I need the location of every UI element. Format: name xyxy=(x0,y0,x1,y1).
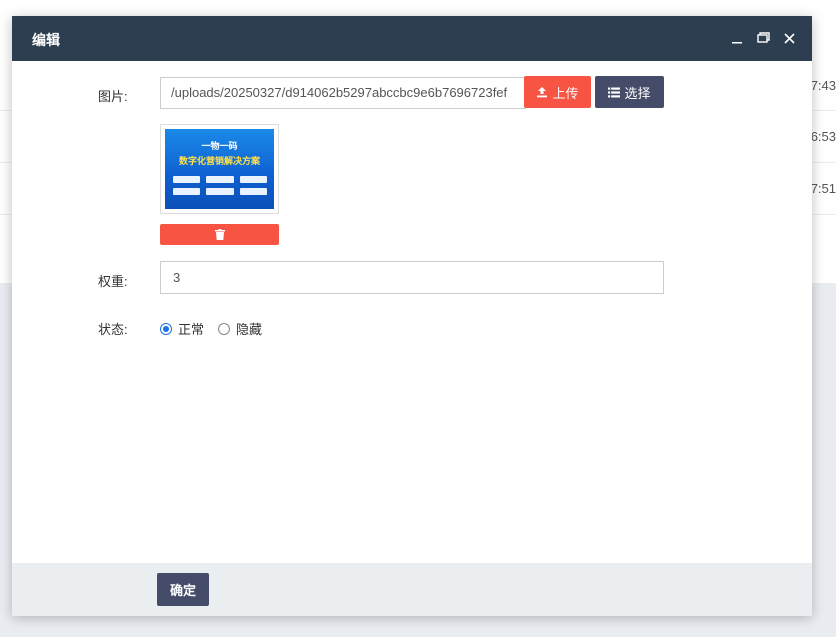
preview-feature xyxy=(173,176,201,183)
radio-label: 隐藏 xyxy=(236,322,263,337)
image-path-input[interactable]: /uploads/20250327/d914062b5297abccbc9e6b… xyxy=(160,77,526,109)
choose-label: 选择 xyxy=(624,85,651,101)
image-preview[interactable]: 一物一码 数字化营销解决方案 xyxy=(160,124,279,214)
upload-button[interactable]: 上传 xyxy=(524,76,591,108)
row-time: 6:53 xyxy=(810,129,836,144)
weight-label: 权重: xyxy=(98,274,128,289)
preview-feature xyxy=(173,188,201,195)
weight-input[interactable]: 3 xyxy=(160,261,664,294)
modal-title: 编辑 xyxy=(32,32,60,48)
preview-feature-grid xyxy=(173,176,267,195)
preview-feature xyxy=(239,176,267,183)
modal-body: 图片: /uploads/20250327/d914062b5297abccbc… xyxy=(12,61,812,562)
trash-icon xyxy=(214,229,225,240)
choose-button[interactable]: 选择 xyxy=(595,76,664,108)
row-time: 7:43 xyxy=(810,78,836,93)
window-controls xyxy=(730,30,796,46)
upload-icon xyxy=(537,87,548,98)
maximize-icon[interactable] xyxy=(756,30,770,46)
status-radio-group: 正常 隐藏 xyxy=(160,319,276,338)
close-icon[interactable] xyxy=(782,30,796,46)
delete-image-button[interactable] xyxy=(160,224,279,245)
preview-feature xyxy=(206,176,234,183)
radio-label: 正常 xyxy=(178,322,205,337)
image-label: 图片: xyxy=(98,89,128,104)
radio-button[interactable] xyxy=(218,322,231,335)
status-option-normal[interactable]: 正常 xyxy=(160,319,204,338)
list-icon xyxy=(608,87,621,97)
preview-subtitle: 数字化营销解决方案 xyxy=(178,156,260,166)
radio-button[interactable] xyxy=(160,322,172,335)
upload-label: 上传 xyxy=(552,85,579,101)
modal-header[interactable]: 编辑 xyxy=(12,16,812,61)
status-label: 状态: xyxy=(98,322,128,337)
preview-feature xyxy=(239,188,267,195)
preview-image: 一物一码 数字化营销解决方案 xyxy=(165,129,274,209)
row-time: 7:51 xyxy=(810,181,836,196)
preview-title: 一物一码 xyxy=(201,141,238,151)
preview-feature xyxy=(206,188,234,195)
modal-footer: 确定 xyxy=(12,563,812,616)
minimize-icon[interactable] xyxy=(730,30,744,46)
confirm-button[interactable]: 确定 xyxy=(157,573,209,606)
status-option-hidden[interactable]: 隐藏 xyxy=(218,319,262,338)
edit-modal: 编辑 图片: /uploads/20250327/d914062b5297abc… xyxy=(12,16,812,616)
